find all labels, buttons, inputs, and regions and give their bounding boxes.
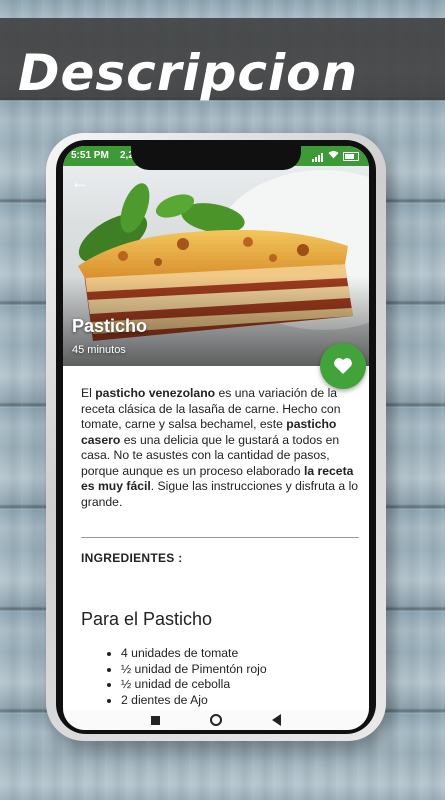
ingredients-list: 4 unidades de tomate½ unidad de Pimentón… (81, 646, 369, 708)
battery-icon (343, 151, 359, 161)
ingredient-item: ½ unidad de Pimentón rojo (121, 662, 369, 678)
square-icon[interactable] (151, 715, 160, 725)
recipe-title: Pasticho (72, 316, 148, 336)
signal-icon (312, 151, 324, 162)
recipe-hero-image: ← Pasticho 45 minutos (63, 166, 369, 366)
ingredients-heading: INGREDIENTES : (81, 551, 183, 565)
phone-notch (131, 140, 301, 170)
android-nav-bar (63, 710, 369, 730)
back-arrow-icon[interactable]: ← (71, 172, 89, 193)
ingredient-item: 2 dientes de Ajo (121, 693, 369, 709)
status-icons (312, 150, 359, 162)
ingredient-item: ½ unidad de cebolla (121, 677, 369, 693)
promo-banner: Descripcion (0, 18, 445, 102)
section-heading: Para el Pasticho (81, 609, 213, 629)
favorite-button[interactable] (320, 343, 366, 389)
section-divider (81, 537, 359, 538)
description-bold-text: pasticho venezolano (95, 386, 216, 400)
recipe-time: 45 minutos (72, 344, 126, 356)
description-text: es una delicia que le gustará a todos en… (81, 432, 340, 478)
circle-icon[interactable] (210, 714, 222, 726)
description-text: El (81, 386, 96, 400)
ingredient-item: 4 unidades de tomate (121, 646, 369, 662)
triangle-back-icon[interactable] (272, 714, 281, 726)
banner-title: Descripcion (18, 44, 359, 102)
wifi-icon (328, 150, 339, 162)
phone-screen: 5:51 PM 2,2 ← Pasticho 45 minutos El pas… (63, 146, 369, 730)
recipe-description: El pasticho venezolano es una variación … (81, 386, 359, 510)
heart-icon (334, 358, 352, 374)
recipe-content: El pasticho venezolano es una variación … (81, 386, 359, 510)
status-time: 5:51 PM (71, 150, 109, 161)
